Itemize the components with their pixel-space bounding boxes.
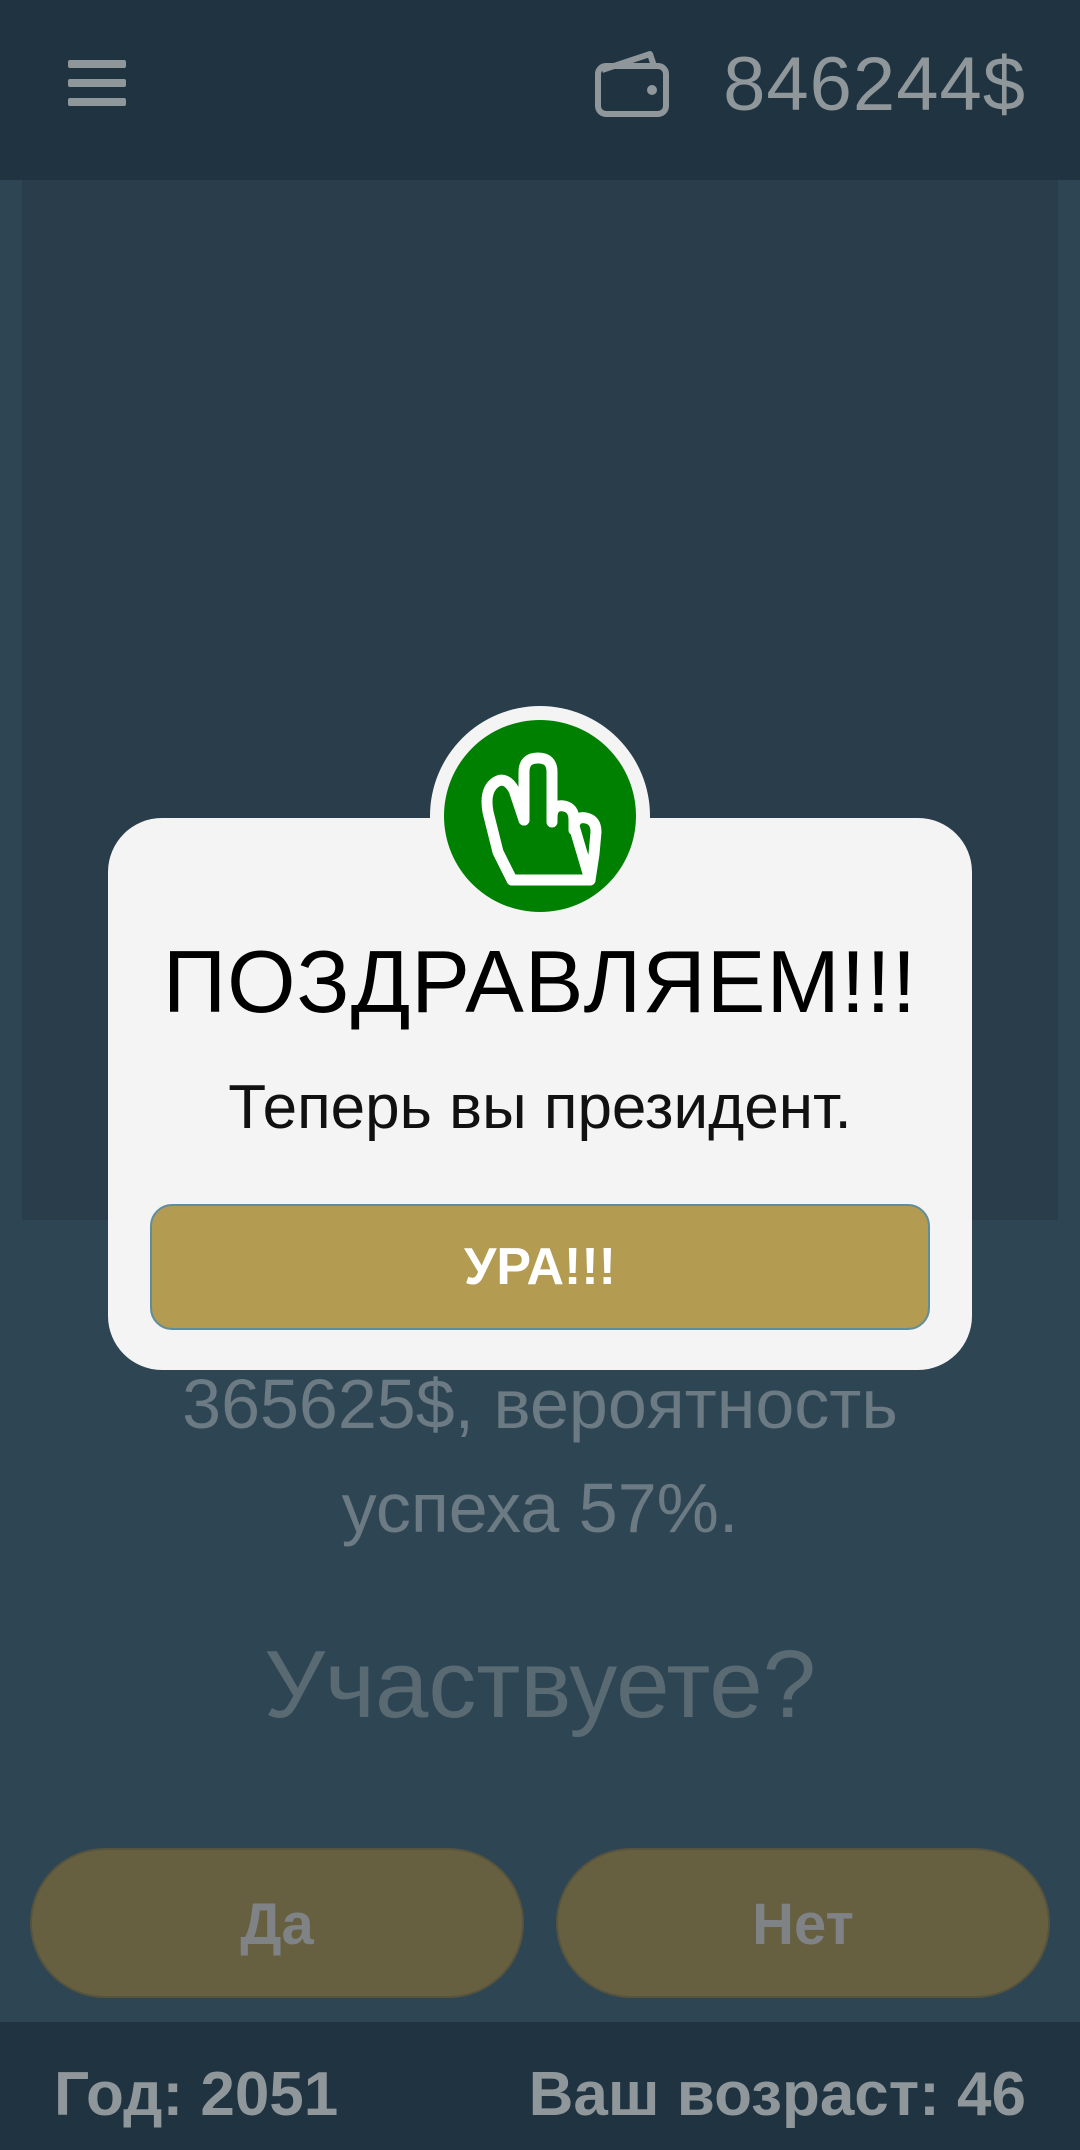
- balance-amount: 846244$: [723, 42, 1026, 127]
- hamburger-menu-icon[interactable]: [68, 60, 128, 106]
- year-label: Год: 2051: [54, 2060, 339, 2129]
- yes-button[interactable]: Да: [30, 1848, 524, 1998]
- hooray-button[interactable]: УРА!!!: [150, 1204, 930, 1330]
- dialog-message: Теперь вы президент.: [228, 1073, 852, 1142]
- participate-question: Участвуете?: [263, 1631, 817, 1738]
- victory-hand-icon: [444, 720, 636, 912]
- wallet-icon: [592, 48, 672, 118]
- no-button[interactable]: Нет: [556, 1848, 1050, 1998]
- offer-description-line-2: успеха 57%.: [341, 1469, 739, 1547]
- dialog-title: ПОЗДРАВЛЯЕМ!!!: [162, 932, 918, 1031]
- age-label: Ваш возраст: 46: [528, 2060, 1026, 2129]
